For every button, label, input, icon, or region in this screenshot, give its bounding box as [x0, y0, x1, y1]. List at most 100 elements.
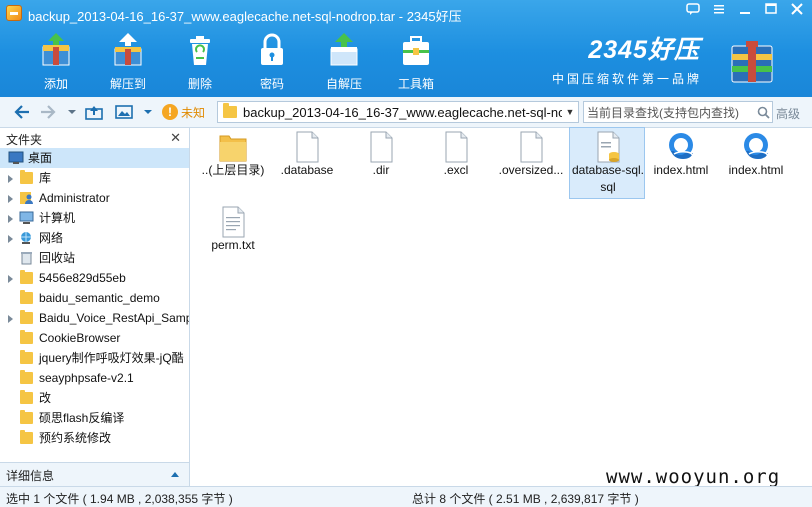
- file-icon: [291, 130, 323, 164]
- file-item-selected[interactable]: database-sql.sql: [569, 127, 645, 199]
- expand-arrow-icon[interactable]: [8, 215, 13, 223]
- brand-logo: 2345好压: [588, 36, 700, 64]
- folder-icon: [20, 330, 33, 344]
- tree-item-label: jquery制作呼吸灯效果-jQ酷: [39, 351, 184, 365]
- add-label: 添加: [43, 77, 68, 91]
- text-file-icon: [217, 205, 249, 239]
- back-arrow-icon[interactable]: [12, 102, 32, 122]
- delete-button[interactable]: 删除: [164, 28, 236, 92]
- collapse-arrow-icon[interactable]: [171, 472, 179, 477]
- tree-item-desktop[interactable]: 桌面: [0, 148, 189, 168]
- html-file-icon: [665, 130, 697, 164]
- toolbox-icon: [396, 30, 436, 70]
- expand-arrow-icon[interactable]: [8, 195, 13, 203]
- self-extract-button[interactable]: 自解压: [308, 28, 380, 92]
- search-input[interactable]: 当前目录查找(支持包内查找): [584, 104, 754, 121]
- file-name: index.html: [653, 163, 709, 177]
- file-name: perm.txt: [211, 238, 255, 252]
- library-icon: [20, 170, 33, 184]
- tree-item-label: 硕思flash反编译: [39, 411, 125, 425]
- expand-arrow-icon[interactable]: [8, 235, 13, 243]
- extract-to-button[interactable]: 解压到: [92, 28, 164, 92]
- file-item-parent[interactable]: ..(上层目录): [195, 128, 271, 200]
- tree-item-label: 网络: [39, 231, 64, 245]
- sidebar-close-icon[interactable]: ✕: [170, 130, 181, 146]
- path-dropdown-icon[interactable]: ▼: [562, 107, 578, 117]
- tree-item-folder[interactable]: 5456e829d55eb: [0, 268, 189, 288]
- expand-arrow-icon[interactable]: [8, 175, 13, 183]
- header: backup_2013-04-16_16-37_www.eaglecache.n…: [0, 0, 812, 97]
- path-field[interactable]: backup_2013-04-16_16-37_www.eaglecache.n…: [217, 101, 579, 123]
- self-extract-icon: [324, 30, 364, 70]
- file-item[interactable]: .dir: [343, 128, 419, 200]
- sidebar-title: 文件夹: [6, 133, 43, 147]
- html-file-icon: [740, 130, 772, 164]
- search-icon[interactable]: [754, 106, 772, 119]
- forward-arrow-icon[interactable]: [38, 102, 58, 122]
- status-bar: 选中 1 个文件 ( 1.94 MB , 2,038,355 字节 ) 总计 8…: [0, 486, 812, 507]
- add-button[interactable]: 添加: [20, 28, 92, 92]
- watermark: www.wooyun.org: [606, 466, 781, 488]
- tree-item-network[interactable]: 网络: [0, 228, 189, 248]
- sql-file-icon: [592, 130, 624, 164]
- selection-status: 选中 1 个文件 ( 1.94 MB , 2,038,355 字节 ): [6, 492, 233, 506]
- desktop-icon: [8, 151, 24, 165]
- toolbox-button[interactable]: 工具箱: [380, 28, 452, 92]
- path-text: backup_2013-04-16_16-37_www.eaglecache.n…: [243, 104, 562, 120]
- file-item[interactable]: perm.txt: [195, 203, 271, 275]
- folder-icon: [20, 430, 33, 444]
- file-item[interactable]: .excl: [418, 128, 494, 200]
- file-list: ..(上层目录) .database .dir .excl .oversized…: [191, 127, 812, 486]
- file-name: .oversized...: [498, 163, 564, 177]
- up-folder-icon[interactable]: [84, 102, 104, 122]
- file-name: index.html: [728, 163, 784, 177]
- folder-icon: [20, 410, 33, 424]
- history-dropdown-icon[interactable]: [62, 102, 82, 122]
- tree-item-computer[interactable]: 计算机: [0, 208, 189, 228]
- folder-sidebar: 文件夹 ✕ 桌面 库 Administrator 计算机 网络 回收站 5456…: [0, 128, 190, 486]
- folder-icon: [20, 390, 33, 404]
- tree-item-folder[interactable]: Baidu_Voice_RestApi_SampleCode: [0, 308, 189, 328]
- tree-item-folder[interactable]: seayphpsafe-v2.1: [0, 368, 189, 388]
- view-mode-icon[interactable]: [114, 102, 134, 122]
- feedback-icon[interactable]: [682, 2, 704, 20]
- title-bar: backup_2013-04-16_16-37_www.eaglecache.n…: [0, 0, 812, 26]
- close-icon[interactable]: [786, 2, 808, 20]
- security-badge[interactable]: ! 未知: [162, 101, 214, 123]
- tree-item-label: 改: [39, 391, 52, 405]
- tree-item-recycle-bin[interactable]: 回收站: [0, 248, 189, 268]
- tree-item-folder[interactable]: 预约系统修改: [0, 428, 189, 448]
- tree-item-library[interactable]: 库: [0, 168, 189, 188]
- tree-item-folder[interactable]: jquery制作呼吸灯效果-jQ酷: [0, 348, 189, 368]
- tree-item-folder[interactable]: CookieBrowser: [0, 328, 189, 348]
- file-name: database-sql.sql: [571, 163, 645, 194]
- password-label: 密码: [259, 77, 284, 91]
- file-item[interactable]: index.html: [718, 128, 794, 200]
- tree-item-label: 计算机: [39, 211, 76, 225]
- tree-item-label: 库: [39, 171, 52, 185]
- details-panel-toggle[interactable]: 详细信息: [0, 462, 190, 486]
- extract-to-icon: [108, 30, 148, 70]
- expand-arrow-icon[interactable]: [8, 315, 13, 323]
- delete-label: 删除: [187, 77, 212, 91]
- maximize-icon[interactable]: [760, 2, 782, 20]
- view-dropdown-icon[interactable]: [138, 102, 158, 122]
- tree-item-folder[interactable]: 改: [0, 388, 189, 408]
- password-button[interactable]: 密码: [236, 28, 308, 92]
- advanced-search-link[interactable]: 高级: [776, 105, 800, 122]
- tree-item-folder[interactable]: baidu_semantic_demo: [0, 288, 189, 308]
- file-name: .excl: [443, 163, 469, 177]
- network-icon: [19, 231, 34, 245]
- minimize-icon[interactable]: [734, 2, 756, 20]
- tree-item-folder[interactable]: 硕思flash反编译: [0, 408, 189, 428]
- folder-icon: [20, 310, 33, 324]
- expand-arrow-icon[interactable]: [8, 275, 13, 283]
- folder-icon: [20, 290, 33, 304]
- file-item[interactable]: .database: [269, 128, 345, 200]
- file-item[interactable]: index.html: [643, 128, 719, 200]
- file-item[interactable]: .oversized...: [493, 128, 569, 200]
- add-archive-icon: [36, 30, 76, 70]
- tree-item-administrator[interactable]: Administrator: [0, 188, 189, 208]
- search-field[interactable]: 当前目录查找(支持包内查找): [583, 101, 773, 123]
- menu-icon[interactable]: [708, 2, 730, 20]
